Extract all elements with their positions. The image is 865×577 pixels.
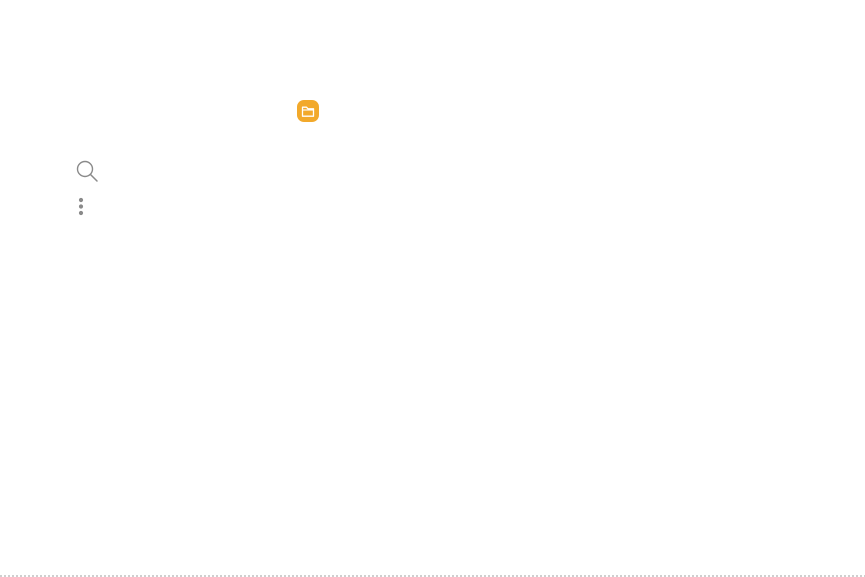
more-options-icon[interactable] (76, 196, 86, 218)
my-files-app-icon (297, 100, 319, 122)
search-icon[interactable] (75, 159, 99, 183)
